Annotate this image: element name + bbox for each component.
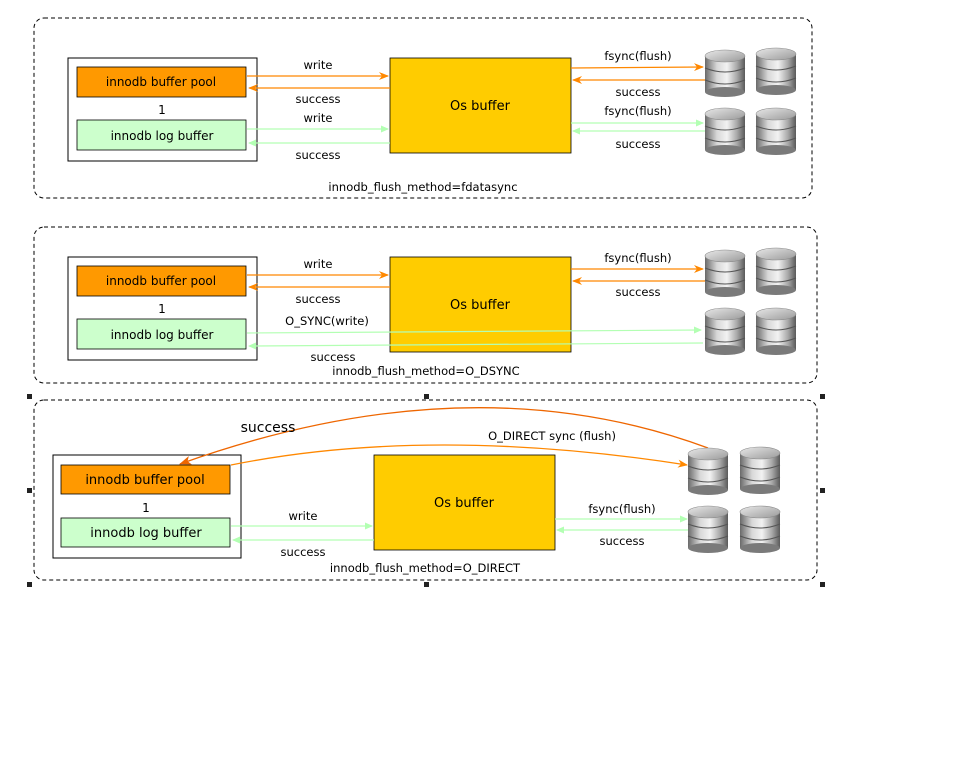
disk-top-success-label: success — [616, 285, 661, 299]
database-cylinder-icon — [755, 47, 797, 96]
log-write-label: write — [289, 509, 318, 523]
group-number: 1 — [158, 302, 166, 316]
log-buffer-label: innodb log buffer — [90, 526, 202, 541]
direct-flush-label: O_DIRECT sync (flush) — [488, 429, 616, 443]
log-write-label: O_SYNC(write) — [285, 314, 369, 328]
buffer-pool-label: innodb buffer pool — [106, 274, 216, 288]
pool-success-label: success — [296, 292, 341, 306]
resize-handle[interactable] — [27, 582, 32, 587]
resize-handle[interactable] — [820, 488, 825, 493]
direct-success-label: success — [241, 420, 296, 436]
group-number: 1 — [158, 103, 166, 117]
panel-o-direct[interactable]: innodb buffer pool 1 innodb log buffer O… — [27, 394, 825, 587]
disk-bottom-flush-label: fsync(flush) — [604, 104, 671, 118]
database-cylinder-icon — [755, 307, 797, 356]
panel-fdatasync: innodb buffer pool 1 innodb log buffer O… — [33, 17, 813, 199]
panel-caption: innodb_flush_method=O_DSYNC — [332, 364, 519, 378]
panel-caption: innodb_flush_method=O_DIRECT — [330, 561, 521, 575]
database-cylinder-icon — [739, 505, 781, 554]
resize-handle[interactable] — [424, 582, 429, 587]
database-cylinder-icon — [739, 446, 781, 495]
log-success-label: success — [296, 148, 341, 162]
resize-handle[interactable] — [820, 394, 825, 399]
log-buffer-label: innodb log buffer — [111, 328, 214, 342]
disk-top-flush-label: fsync(flush) — [604, 49, 671, 63]
log-buffer-label: innodb log buffer — [111, 129, 214, 143]
buffer-pool-label: innodb buffer pool — [106, 75, 216, 89]
database-cylinder-icon — [704, 107, 746, 156]
database-cylinder-icon — [755, 107, 797, 156]
database-cylinder-icon — [704, 249, 746, 298]
pool-write-label: write — [304, 58, 333, 72]
diagram-canvas: innodb buffer pool 1 innodb log buffer O… — [27, 17, 825, 587]
log-success-label: success — [281, 545, 326, 559]
database-cylinder-icon — [704, 49, 746, 98]
log-success-label: success — [311, 350, 356, 364]
database-cylinder-icon — [687, 447, 729, 496]
buffer-pool-label: innodb buffer pool — [85, 473, 204, 488]
pool-success-label: success — [296, 92, 341, 106]
os-buffer-label: Os buffer — [450, 99, 511, 114]
disk-top-flush-label: fsync(flush) — [604, 251, 671, 265]
disk-bottom-success-label: success — [600, 534, 645, 548]
database-cylinder-icon — [687, 505, 729, 554]
disk-top-flush-arrow — [570, 63, 704, 72]
log-write-label: write — [304, 111, 333, 125]
resize-handle[interactable] — [424, 394, 429, 399]
os-buffer-label: Os buffer — [434, 496, 495, 511]
resize-handle[interactable] — [27, 488, 32, 493]
database-cylinder-icon — [704, 307, 746, 356]
database-cylinder-icon — [755, 247, 797, 296]
resize-handle[interactable] — [27, 394, 32, 399]
disk-bottom-flush-label: fsync(flush) — [588, 502, 655, 516]
disk-bottom-success-label: success — [616, 137, 661, 151]
panel-caption: innodb_flush_method=fdatasync — [328, 180, 517, 194]
resize-handle[interactable] — [820, 582, 825, 587]
panel-o-dsync: innodb buffer pool 1 innodb log buffer O… — [33, 226, 818, 384]
disk-top-success-label: success — [616, 85, 661, 99]
os-buffer-label: Os buffer — [450, 298, 511, 313]
group-number: 1 — [142, 501, 150, 515]
pool-write-label: write — [304, 257, 333, 271]
